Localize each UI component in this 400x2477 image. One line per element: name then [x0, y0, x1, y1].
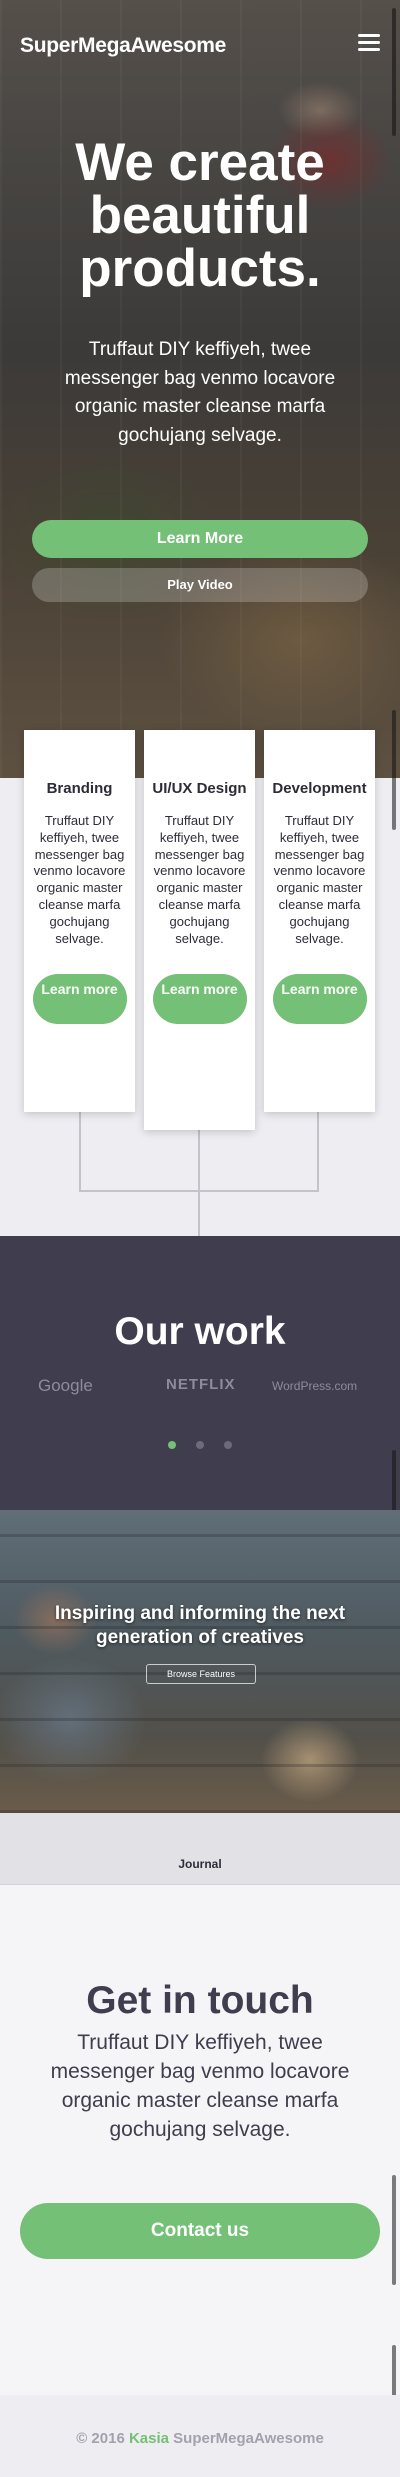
footer-brand: SuperMegaAwesome	[173, 2430, 324, 2447]
scrollbar-handle[interactable]	[392, 8, 396, 136]
wordpress-logo: WordPress.com	[272, 1379, 358, 1393]
journal-section: Journal	[0, 1813, 400, 1885]
our-work-section: Our work Google NETFLIX WordPress.com	[0, 1236, 400, 1590]
client-logos: Google NETFLIX WordPress.com	[0, 1376, 400, 1400]
banner-headline: Inspiring and informing the next generat…	[54, 1603, 346, 1649]
learn-more-button[interactable]: Learn more	[32, 973, 127, 1024]
hero-section: SuperMegaAwesome We create beautiful pro…	[0, 0, 400, 778]
service-title: UI/UX Design	[152, 780, 247, 797]
hero-description: Truffaut DIY keffiyeh, twee messenger ba…	[64, 339, 336, 446]
footer: © 2016 Kasia SuperMegaAwesome	[0, 2395, 400, 2477]
contact-us-button[interactable]: Contact us	[20, 2203, 380, 2259]
carousel-dot[interactable]	[168, 1441, 176, 1449]
carousel-dot[interactable]	[196, 1441, 204, 1449]
footer-copyright: © 2016 Kasia SuperMegaAwesome	[0, 2430, 400, 2447]
contact-section: Get in touch Truffaut DIY keffiyeh, twee…	[0, 1885, 400, 2405]
section-title: Get in touch	[86, 1979, 314, 2022]
service-title: Development	[272, 780, 367, 797]
section-title: Our work	[114, 1310, 286, 1353]
connector-line	[317, 1110, 319, 1192]
connector-line	[79, 1110, 81, 1192]
service-description: Truffaut DIY keffiyeh, twee messenger ba…	[33, 812, 126, 946]
play-video-button[interactable]: Play Video	[32, 568, 368, 602]
service-title: Branding	[46, 780, 113, 797]
service-card-uiux-design: UI/UX Design Truffaut DIY keffiyeh, twee…	[144, 730, 255, 1130]
learn-more-button[interactable]: Learn more	[152, 973, 247, 1024]
copyright-year: © 2016	[76, 2430, 125, 2447]
connector-line	[198, 1130, 200, 1240]
carousel-dot[interactable]	[224, 1441, 232, 1449]
service-card-development: Development Truffaut DIY keffiyeh, twee …	[264, 730, 375, 1112]
top-navigation-bar: SuperMegaAwesome	[0, 0, 400, 96]
author-link[interactable]: Kasia	[129, 2430, 169, 2447]
scrollbar-handle[interactable]	[392, 2175, 396, 2285]
service-card-branding: Branding Truffaut DIY keffiyeh, twee mes…	[24, 730, 135, 1112]
service-description: Truffaut DIY keffiyeh, twee messenger ba…	[153, 812, 246, 946]
scrollbar-handle[interactable]	[392, 710, 396, 830]
google-logo: Google	[38, 1376, 93, 1395]
browse-features-button[interactable]: Browse Features	[146, 1664, 256, 1684]
hero-title: We create beautiful products.	[75, 133, 325, 298]
learn-more-button[interactable]: Learn More	[32, 520, 368, 558]
netflix-logo: NETFLIX	[166, 1376, 236, 1393]
inspiration-banner: Inspiring and informing the next generat…	[0, 1510, 400, 1813]
learn-more-button[interactable]: Learn more	[272, 973, 367, 1024]
carousel-dots	[0, 1436, 400, 1454]
hamburger-menu-icon[interactable]	[358, 34, 380, 52]
services-section: Branding Truffaut DIY keffiyeh, twee mes…	[0, 710, 400, 1240]
contact-description: Truffaut DIY keffiyeh, twee messenger ba…	[50, 2031, 350, 2141]
brand-logo[interactable]: SuperMegaAwesome	[20, 34, 226, 58]
journal-link[interactable]: Journal	[178, 1857, 221, 1871]
service-description: Truffaut DIY keffiyeh, twee messenger ba…	[273, 812, 366, 946]
